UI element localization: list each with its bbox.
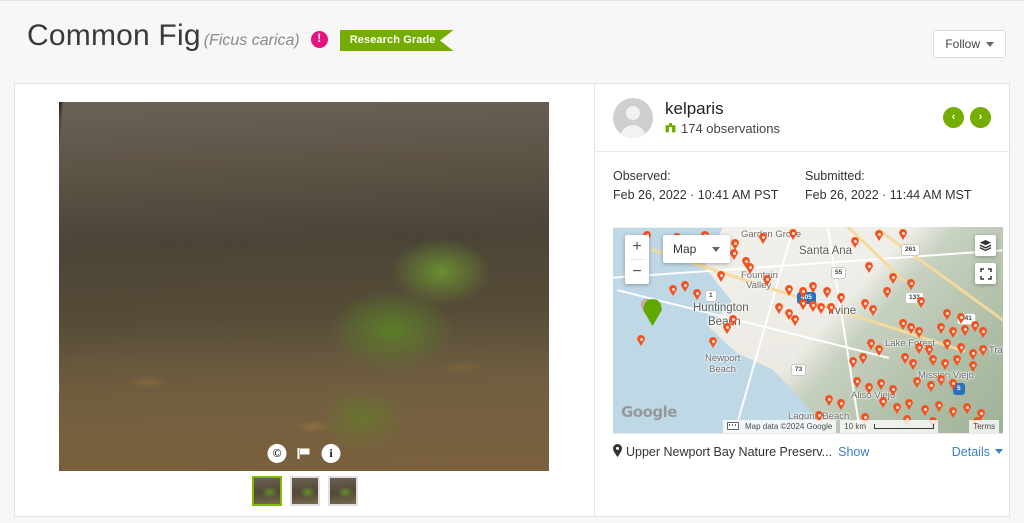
map-side-controls [975, 235, 996, 284]
map-pin-icon [613, 443, 622, 460]
thumbnail-1[interactable] [251, 476, 282, 506]
location-bar: Upper Newport Bay Nature Preserv... Show… [613, 433, 1003, 469]
map-data-credit: Map data ©2024 Google [745, 421, 833, 431]
follow-button[interactable]: Follow [933, 30, 1006, 58]
map-type-dropdown[interactable]: Map [663, 235, 731, 263]
map-place-label: Huntington [693, 302, 749, 314]
details-pane: kelparis 174 observations ‹ › Observed: … [595, 84, 1009, 516]
map-type-label: Map [673, 242, 697, 256]
alert-glyph: ! [317, 31, 322, 45]
map-terms-label: Terms [973, 421, 995, 431]
next-observation-button[interactable]: › [970, 107, 991, 128]
location-name: Upper Newport Bay Nature Preserv... [626, 444, 833, 459]
chevron-down-icon [712, 246, 721, 252]
zoom-in-button[interactable]: + [625, 235, 649, 259]
observation-count-line: 174 observations [665, 121, 780, 136]
observation-card: © i kelparis 174 observations ‹ › Observ… [14, 83, 1010, 517]
avatar[interactable] [613, 97, 653, 138]
map-route-shield: 55 [831, 267, 847, 279]
show-location-link[interactable]: Show [838, 445, 869, 459]
previous-observation-button[interactable]: ‹ [943, 107, 964, 128]
chevron-down-icon [986, 41, 994, 47]
map-place-label: Aliso Viejo [851, 390, 896, 401]
submitted-label: Submitted: [805, 169, 865, 183]
map-pin-icon-svg [613, 443, 622, 457]
map-place-label: Beach [709, 364, 736, 375]
observation-photo[interactable]: © i [59, 102, 549, 471]
map-place-label: Tra [989, 345, 1003, 356]
page-title: Common Fig (Ficus carica) ! Research Gra… [27, 21, 454, 53]
submitted-column: Submitted: Feb 26, 2022 · 11:44 AM MST [805, 169, 997, 202]
observation-page: Common Fig (Ficus carica) ! Research Gra… [0, 0, 1024, 523]
observation-count: 174 observations [681, 121, 781, 137]
map-scale-label: 10 km [844, 421, 867, 431]
follow-label: Follow [945, 37, 980, 51]
thumbnail-image [291, 478, 318, 504]
map-attribution-bar: Map data ©2024 Google 10 km Terms [613, 419, 1003, 433]
map-attribution: Map data ©2024 Google [723, 419, 837, 433]
observation-map[interactable]: 1 55 261 133 405 73 241 5 Garden Grove Santa Ana… [613, 227, 1003, 433]
observation-nav: ‹ › [943, 107, 991, 128]
thumbnail-image [253, 478, 280, 504]
photo-thumbnail-strip [15, 476, 594, 506]
observed-value: Feb 26, 2022 · 10:41 AM PST [613, 188, 779, 202]
scientific-name: (Ficus carica) [203, 32, 300, 49]
details-label: Details [951, 444, 990, 459]
details-link[interactable]: Details [952, 445, 1003, 459]
map-layers-button[interactable] [975, 235, 996, 256]
map-zoom-control: + − [625, 235, 649, 284]
thumbnail-3[interactable] [327, 476, 358, 506]
photo-image [59, 102, 549, 471]
observed-column: Observed: Feb 26, 2022 · 10:41 AM PST [613, 169, 805, 202]
map-place-label: Santa Ana [799, 245, 853, 257]
photo-overlay-icons: © i [267, 444, 341, 463]
map-scale: 10 km [840, 419, 939, 433]
map-fullscreen-button[interactable] [975, 263, 996, 284]
binoculars-icon [665, 122, 676, 135]
map-route-shield: 1 [705, 290, 717, 302]
binoculars-icon-svg [665, 123, 676, 133]
submitted-value: Feb 26, 2022 · 11:44 AM MST [805, 188, 972, 202]
map-place-label: Newport [705, 353, 741, 364]
thumbnail-2[interactable] [289, 476, 320, 506]
flag-icon[interactable] [296, 444, 313, 463]
thumbnail-image [329, 478, 356, 504]
photo-pane: © i [15, 84, 595, 516]
map-terms[interactable]: Terms [969, 419, 999, 433]
observer-username[interactable]: kelparis [665, 99, 780, 119]
dates-section: Observed: Feb 26, 2022 · 10:41 AM PST Su… [613, 169, 997, 202]
map-scale-bar [874, 423, 935, 429]
map-place-label: Mission Viejo [918, 370, 974, 381]
observer-meta: kelparis 174 observations [665, 99, 780, 136]
common-name: Common Fig [27, 19, 201, 52]
layers-icon [979, 240, 992, 252]
map-route-shield: 73 [791, 364, 807, 376]
status-badge: Research Grade [339, 30, 454, 51]
chevron-down-icon [995, 449, 1003, 454]
keyboard-icon[interactable] [727, 422, 739, 430]
copyright-icon[interactable]: © [267, 444, 287, 463]
fullscreen-icon [979, 267, 992, 280]
zoom-out-button[interactable]: − [625, 260, 649, 284]
alert-icon[interactable]: ! [310, 30, 328, 48]
observer-row: kelparis 174 observations ‹ › [595, 84, 1009, 152]
page-header: Common Fig (Ficus carica) ! Research Gra… [0, 0, 1024, 83]
info-icon[interactable]: i [321, 444, 341, 463]
map-route-shield: 261 [901, 244, 920, 256]
observed-label: Observed: [613, 169, 671, 183]
flag-icon-svg [297, 448, 310, 459]
